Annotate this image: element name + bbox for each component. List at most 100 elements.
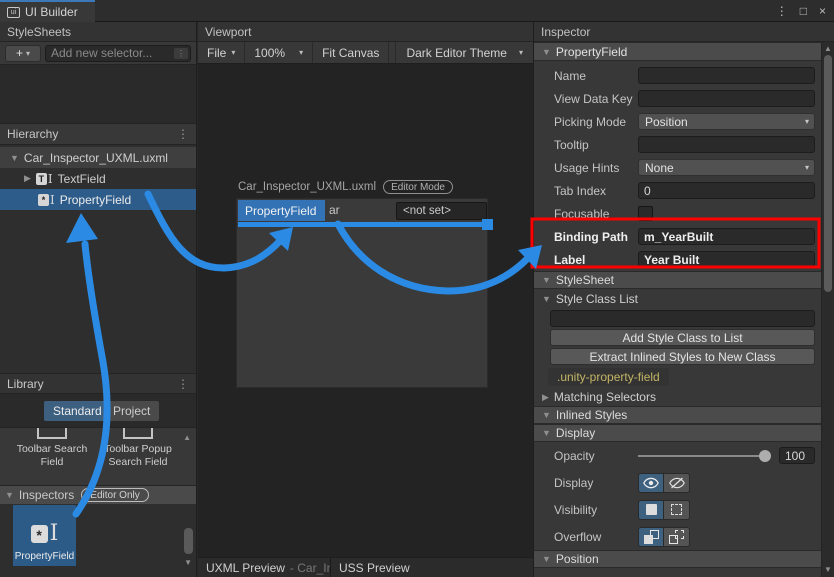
tooltip-input[interactable] <box>638 136 815 153</box>
library-item-toolbar-search-field[interactable]: Toolbar Search Field <box>14 428 90 468</box>
stylesheet-foldout[interactable]: ▼ StyleSheet <box>534 271 821 289</box>
stylesheets-toolbar: + ▾ ⋮ <box>0 42 196 65</box>
opacity-value-input[interactable] <box>779 447 815 464</box>
canvas-value-field[interactable]: <not set> <box>396 202 487 220</box>
textfield-icon: TI <box>36 173 53 185</box>
name-input[interactable] <box>638 67 815 84</box>
eye-off-icon <box>669 477 685 489</box>
uss-preview-pane[interactable]: USS Preview <box>331 558 418 577</box>
extract-inlined-styles-button[interactable]: Extract Inlined Styles to New Class <box>550 348 815 365</box>
new-selector-input[interactable] <box>45 45 191 62</box>
overflow-hidden-icon <box>669 530 684 544</box>
title-bar: ui UI Builder ⋮ □ × <box>0 0 834 22</box>
style-class-list-foldout[interactable]: ▼ Style Class List <box>534 290 821 308</box>
canvas-body[interactable]: PropertyField ar <not set> <box>236 198 488 388</box>
inspector-scrollbar[interactable]: ▲ ▼ <box>821 42 834 577</box>
document-canvas: Car_Inspector_UXML.uxml Editor Mode Prop… <box>236 177 488 388</box>
foldout-open-icon: ▼ <box>542 554 551 564</box>
chevron-down-icon: ▾ <box>231 48 235 57</box>
tab-label: UI Builder <box>25 5 78 19</box>
window-menu-icon[interactable]: ⋮ <box>776 4 788 18</box>
tree-item-root[interactable]: ▼ Car_Inspector_UXML.uxml <box>0 147 196 168</box>
display-foldout[interactable]: ▼ Display <box>534 424 821 442</box>
selection-handle[interactable] <box>482 219 493 230</box>
foldout-open-icon: ▼ <box>542 294 551 304</box>
tab-project[interactable]: Project <box>104 401 159 421</box>
selector-input-menu-icon[interactable]: ⋮ <box>174 48 188 59</box>
editor-mode-badge: Editor Mode <box>383 180 453 194</box>
theme-dropdown[interactable]: Dark Editor Theme ▾ <box>395 42 533 63</box>
selection-outline <box>238 222 483 227</box>
stylesheets-header: StyleSheets <box>0 22 196 42</box>
scroll-down-icon[interactable]: ▼ <box>822 565 834 574</box>
inspector-scrollbar-thumb[interactable] <box>824 55 832 292</box>
zoom-dropdown[interactable]: 100% ▾ <box>245 42 313 63</box>
overflow-visible-icon <box>644 530 659 544</box>
tab-ui-builder[interactable]: ui UI Builder <box>0 0 95 22</box>
toolbar-search-field-icon <box>37 427 67 439</box>
propertyfield-icon: *I <box>38 194 55 206</box>
field-row-picking-mode: Picking Mode Position ▾ <box>534 110 821 133</box>
library-item-propertyfield[interactable]: *I PropertyField <box>13 505 76 566</box>
uxml-preview-pane[interactable]: UXML Preview - Car_In <box>198 558 331 577</box>
ui-builder-window: ui UI Builder ⋮ □ × StyleSheets + ▾ ⋮ Hi… <box>0 0 834 577</box>
field-row-binding-path: Binding Path <box>534 225 821 248</box>
hierarchy-menu-icon[interactable]: ⋮ <box>177 127 189 141</box>
library-scrollbar-thumb[interactable] <box>184 528 193 554</box>
style-class-pill[interactable]: .unity-property-field <box>548 368 669 386</box>
visibility-visible-toggle[interactable] <box>638 500 664 520</box>
inspector-panel: Inspector ▼ PropertyField Name View Data… <box>533 22 834 577</box>
tree-item-propertyfield[interactable]: *I PropertyField <box>0 189 196 210</box>
close-icon[interactable]: × <box>819 4 826 18</box>
position-foldout[interactable]: ▼ Position <box>534 550 821 568</box>
tab-standard[interactable]: Standard <box>44 401 111 421</box>
viewport-panel: Viewport File ▾ 100% ▾ Fit Canvas Dark E… <box>198 22 533 577</box>
library-menu-icon[interactable]: ⋮ <box>177 377 189 391</box>
overflow-visible-toggle[interactable] <box>638 527 664 547</box>
fit-canvas-button[interactable]: Fit Canvas <box>313 42 389 63</box>
display-toggle-row: Display <box>534 469 821 496</box>
add-selector-button[interactable]: + ▾ <box>5 45 41 62</box>
foldout-open-icon: ▼ <box>5 490 14 500</box>
label-input[interactable] <box>638 251 815 268</box>
display-none-toggle[interactable] <box>664 473 690 493</box>
ui-builder-icon: ui <box>7 7 20 18</box>
matching-selectors-foldout[interactable]: ▶ Matching Selectors <box>534 388 821 406</box>
hierarchy-header: Hierarchy ⋮ <box>0 123 196 145</box>
display-flex-toggle[interactable] <box>638 473 664 493</box>
maximize-icon[interactable]: □ <box>800 4 807 18</box>
opacity-slider-thumb[interactable] <box>759 450 771 462</box>
element-foldout-propertyfield[interactable]: ▼ PropertyField <box>534 42 821 61</box>
view-data-key-input[interactable] <box>638 90 815 107</box>
foldout-open-icon[interactable]: ▼ <box>10 153 19 163</box>
inlined-styles-foldout[interactable]: ▼ Inlined Styles <box>534 406 821 424</box>
style-class-input[interactable] <box>550 310 815 327</box>
tab-index-input[interactable] <box>638 182 815 199</box>
chevron-down-icon: ▾ <box>805 163 809 172</box>
foldout-closed-icon[interactable]: ▶ <box>24 173 31 184</box>
chevron-down-icon: ▾ <box>519 48 523 57</box>
field-row-focusable: Focusable <box>534 202 821 225</box>
binding-path-input[interactable] <box>638 228 815 245</box>
selected-element-chip[interactable]: PropertyField <box>238 200 325 221</box>
library-inspectors-foldout[interactable]: ▼ Inspectors Editor Only <box>0 486 196 504</box>
file-menu[interactable]: File ▾ <box>198 42 245 63</box>
usage-hints-dropdown[interactable]: None ▾ <box>638 159 815 176</box>
library-item-toolbar-popup-search-field[interactable]: Toolbar Popup Search Field <box>96 428 180 468</box>
overflow-toggle-row: Overflow <box>534 523 821 550</box>
foldout-open-icon: ▼ <box>542 410 551 420</box>
focusable-checkbox[interactable] <box>638 206 653 221</box>
preview-bar: UXML Preview - Car_In USS Preview <box>198 557 533 577</box>
tree-item-textfield[interactable]: ▶ TI TextField <box>0 168 196 189</box>
picking-mode-dropdown[interactable]: Position ▾ <box>638 113 815 130</box>
chevron-down-icon: ▾ <box>26 49 30 58</box>
scroll-up-icon[interactable]: ▲ <box>822 44 834 53</box>
inspector-header: Inspector <box>534 22 834 42</box>
add-style-class-button[interactable]: Add Style Class to List <box>550 329 815 346</box>
foldout-open-icon: ▼ <box>542 428 551 438</box>
opacity-slider[interactable] <box>638 449 770 463</box>
visibility-hidden-toggle[interactable] <box>664 500 690 520</box>
library-scroll-up-icon[interactable]: ▲ <box>183 433 191 442</box>
library-scroll-down-icon[interactable]: ▼ <box>184 558 192 567</box>
overflow-hidden-toggle[interactable] <box>664 527 690 547</box>
